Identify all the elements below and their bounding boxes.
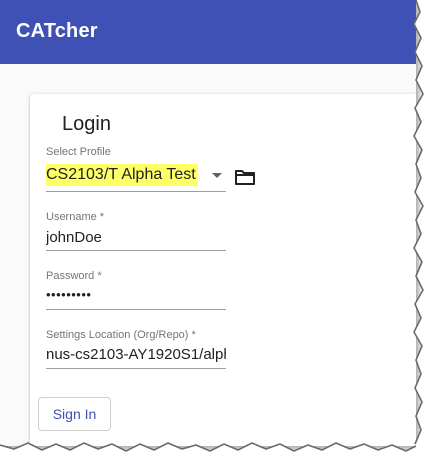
sign-in-button[interactable]: Sign In: [38, 397, 111, 431]
login-title: Login: [62, 113, 111, 135]
app-toolbar: CATcher: [0, 0, 416, 64]
password-label: Password *: [46, 270, 102, 282]
settings-location-underline: [46, 368, 226, 369]
torn-edge-bottom: [0, 442, 429, 457]
arrow-drop-down-icon[interactable]: [212, 173, 222, 178]
login-card: Login Select Profile CS2103/T Alpha Test…: [30, 94, 416, 446]
profile-underline: [46, 191, 226, 192]
username-input[interactable]: johnDoe: [46, 229, 226, 246]
profile-select-value: CS2103/T Alpha Test: [46, 164, 198, 186]
settings-location-label: Settings Location (Org/Repo) *: [46, 329, 196, 341]
password-input[interactable]: •••••••••: [46, 287, 226, 302]
profile-select[interactable]: CS2103/T Alpha Test: [46, 162, 226, 190]
profile-label: Select Profile: [46, 146, 111, 158]
torn-edge-right: [413, 0, 429, 457]
username-label: Username *: [46, 211, 105, 223]
app-title: CATcher: [16, 20, 98, 42]
username-underline: [46, 250, 226, 251]
folder-icon[interactable]: [234, 168, 258, 188]
password-underline: [46, 309, 226, 310]
settings-location-input[interactable]: nus-cs2103-AY1920S1/alpha: [46, 346, 226, 363]
app-window: CATcher Login Select Profile CS2103/T Al…: [0, 0, 416, 446]
